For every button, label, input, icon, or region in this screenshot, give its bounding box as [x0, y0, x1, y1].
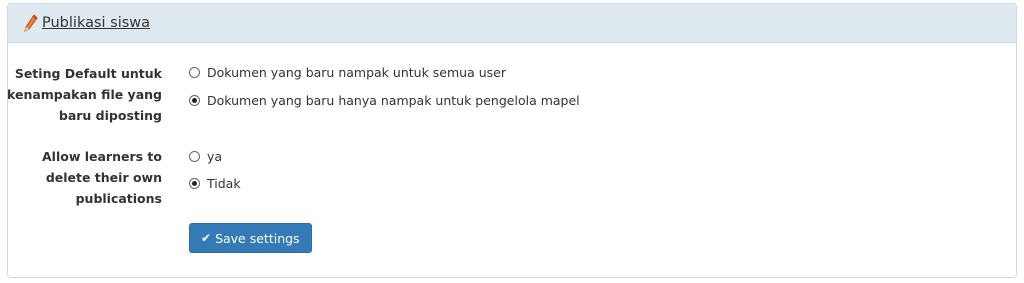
- panel-header: Publikasi siswa: [8, 4, 1016, 43]
- save-settings-label: Save settings: [215, 230, 300, 246]
- label-line: delete their own: [45, 170, 162, 185]
- label-line: baru diposting: [58, 108, 162, 123]
- check-icon: ✔: [201, 231, 212, 245]
- label-line: Allow learners to: [42, 149, 162, 164]
- radio-label: ya: [207, 149, 223, 164]
- label-line: Seting Default untuk: [14, 66, 162, 81]
- radio-label: Dokumen yang baru hanya nampak untuk pen…: [207, 93, 580, 108]
- radio-label: Tidak: [207, 176, 241, 191]
- setting-default-label: Seting Default untuk kenampakan file yan…: [7, 63, 162, 126]
- radio-button[interactable]: [189, 95, 200, 106]
- radio-label: Dokumen yang baru nampak untuk semua use…: [207, 65, 506, 80]
- radio-option-yes[interactable]: ya: [189, 149, 222, 164]
- radio-button[interactable]: [189, 151, 200, 162]
- radio-option-all-users[interactable]: Dokumen yang baru nampak untuk semua use…: [189, 65, 506, 80]
- allow-delete-label: Allow learners to delete their own publi…: [8, 146, 162, 209]
- save-settings-button[interactable]: ✔ Save settings: [189, 223, 312, 253]
- radio-option-managers-only[interactable]: Dokumen yang baru hanya nampak untuk pen…: [189, 93, 580, 108]
- radio-button[interactable]: [189, 178, 200, 189]
- panel-title[interactable]: Publikasi siswa: [42, 15, 150, 31]
- label-line: publications: [75, 191, 162, 206]
- radio-option-no[interactable]: Tidak: [189, 176, 241, 191]
- pencil-icon: [24, 14, 38, 32]
- radio-button[interactable]: [189, 67, 200, 78]
- settings-panel: Publikasi siswa Seting Default untuk ken…: [7, 3, 1017, 278]
- label-line: kenampakan file yang: [7, 87, 162, 102]
